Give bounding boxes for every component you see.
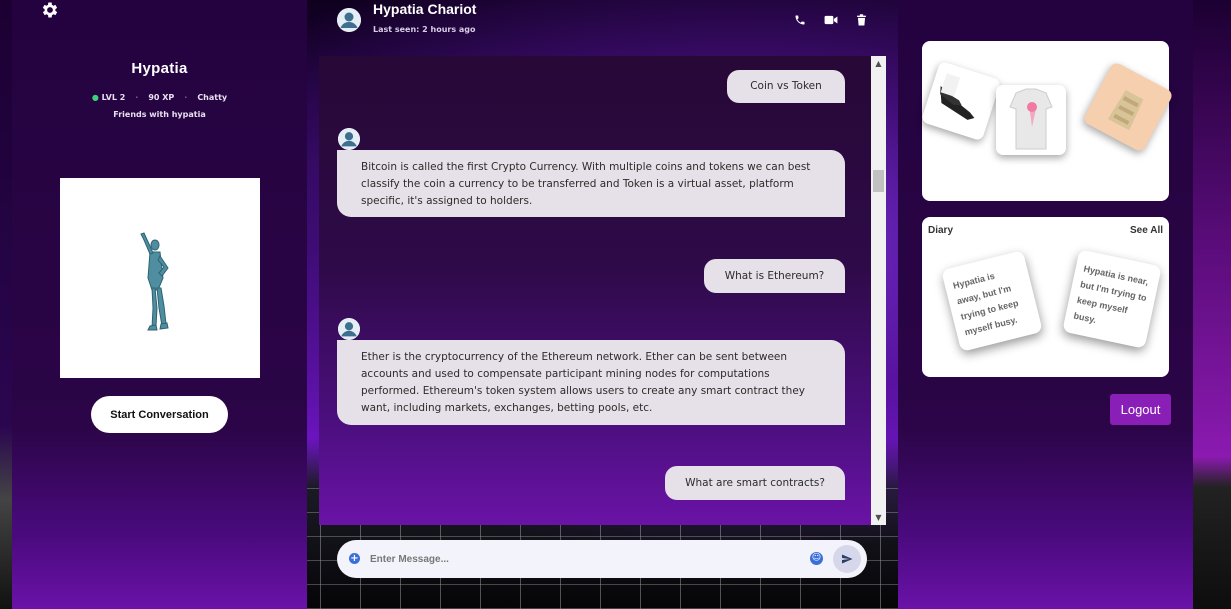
message-text: What are smart contracts? [685, 476, 825, 489]
sidebar-right: Diary See All Hypatia is away, but I'm t… [898, 0, 1193, 609]
trash-icon[interactable] [856, 14, 867, 30]
message-text: Coin vs Token [750, 80, 822, 92]
product-shirt[interactable] [996, 85, 1066, 155]
last-seen: Last seen: 2 hours ago [373, 25, 476, 34]
send-button[interactable] [833, 545, 861, 573]
logout-button[interactable]: Logout [1110, 394, 1171, 425]
scroll-down-arrow-icon[interactable]: ▼ [871, 510, 886, 525]
message-text: What is Ethereum? [724, 269, 825, 282]
location-pin-icon: ● [91, 93, 99, 102]
diary-title: Diary [928, 225, 954, 236]
plus-icon[interactable]: + [349, 553, 360, 564]
shoes-image [940, 73, 975, 120]
background-edge-left [0, 0, 12, 609]
diary-note-text: Hypatia is away, but I'm trying to keep … [951, 270, 1020, 338]
message-text: Ether is the cryptocurrency of the Ether… [361, 351, 805, 414]
send-icon [842, 554, 853, 564]
gear-icon[interactable] [40, 0, 60, 20]
chat-actions [794, 14, 867, 30]
message-bubble-outgoing: What is Ethereum? [704, 259, 845, 293]
diary-card: Diary See All Hypatia is away, but I'm t… [922, 217, 1169, 377]
start-conversation-button[interactable]: Start Conversation [91, 396, 228, 433]
chat-header: Hypatia Chariot Last seen: 2 hours ago [307, 0, 897, 56]
product-shoes[interactable] [920, 60, 1002, 142]
message-bubble-incoming: Ether is the cryptocurrency of the Ether… [337, 340, 845, 425]
trait-label: Chatty [197, 93, 228, 102]
diary-note-text: Hypatia is near, but I'm trying to keep … [1072, 263, 1150, 326]
chat-title: Hypatia Chariot [373, 1, 477, 17]
scrollbar-thumb[interactable] [873, 170, 884, 192]
profile-name: Hypatia [131, 60, 188, 77]
profile-stats: ● LVL 2 · 90 XP · Chatty [12, 93, 307, 102]
message-text: Bitcoin is called the first Crypto Curre… [361, 161, 811, 207]
avatar[interactable] [337, 8, 361, 32]
scrollbar[interactable]: ▲ ▼ [871, 56, 886, 525]
separator-dot: · [184, 93, 188, 102]
phone-icon[interactable] [794, 14, 806, 30]
friends-label: Friends with hypatia [113, 110, 206, 119]
avatar [338, 128, 360, 150]
message-bubble-outgoing: Coin vs Token [727, 70, 845, 103]
wardrobe-card[interactable] [920, 41, 1174, 201]
scroll-up-arrow-icon[interactable]: ▲ [871, 56, 886, 71]
profile-panel: Hypatia ● LVL 2 · 90 XP · Chatty Friends… [12, 0, 307, 609]
bag-image [1108, 89, 1144, 131]
product-bag[interactable] [1082, 61, 1174, 153]
character-viewer[interactable] [60, 178, 260, 378]
avatar [338, 318, 360, 340]
message-composer: + ☺ [337, 540, 867, 578]
diary-note[interactable]: Hypatia is near, but I'm trying to keep … [1062, 249, 1162, 349]
level-label: LVL 2 [101, 93, 126, 102]
message-bubble-outgoing: What are smart contracts? [665, 466, 845, 500]
diary-note[interactable]: Hypatia is away, but I'm trying to keep … [941, 250, 1043, 352]
background-edge-right [1193, 0, 1231, 609]
video-icon[interactable] [824, 14, 838, 30]
character-figure [140, 232, 169, 331]
xp-label: 90 XP [148, 93, 175, 102]
separator-dot: · [135, 93, 139, 102]
message-list[interactable]: Coin vs Token Bitcoin is called the firs… [319, 56, 886, 525]
see-all-link[interactable]: See All [1130, 225, 1163, 236]
message-bubble-incoming: Bitcoin is called the first Crypto Curre… [337, 150, 845, 217]
level-stat: ● LVL 2 [92, 93, 125, 102]
emoji-icon[interactable]: ☺ [810, 552, 823, 565]
shirt-image [1009, 88, 1053, 150]
message-input[interactable] [370, 548, 800, 570]
